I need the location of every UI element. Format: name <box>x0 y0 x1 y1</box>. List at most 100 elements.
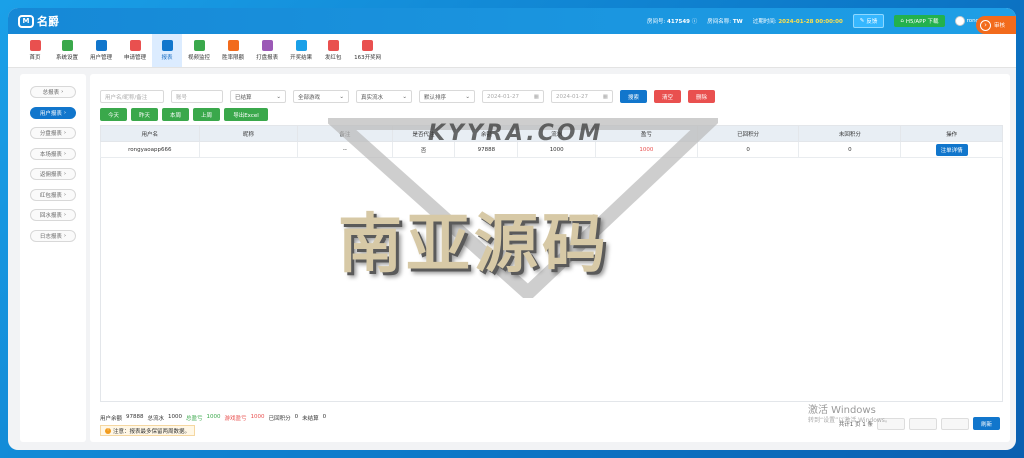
refresh-button[interactable]: 刷新 <box>972 417 1000 430</box>
nav-item-10[interactable]: 163开奖网 <box>348 34 387 67</box>
edit-icon: ✎ <box>859 18 865 24</box>
windows-activation-title: 激活 Windows <box>808 405 876 416</box>
summary-bar: 用户余额 97888 总流水 1000 总盈亏 1000 游戏盈亏 1000 已回积分 0… <box>100 414 327 422</box>
cell-profit: 1000 <box>595 141 698 158</box>
sidebar-item-4[interactable]: 返佣报表 › <box>30 168 76 180</box>
nav-label: 打盘报表 <box>256 55 279 61</box>
nav-item-4[interactable]: 报表 <box>152 34 183 67</box>
nav-item-0[interactable]: 首页 <box>20 34 50 67</box>
nav-icon <box>29 40 41 51</box>
feedback-button[interactable]: ✎ 反馈 <box>852 14 885 28</box>
nav-icon <box>227 40 239 51</box>
sidebar-item-2[interactable]: 分盘报表 › <box>30 127 76 139</box>
chevron-right-icon: › <box>63 130 67 136</box>
nav-icon <box>161 40 173 51</box>
nav-icon <box>61 40 73 51</box>
sidebar-item-7[interactable]: 日志报表 › <box>30 229 76 242</box>
account-input[interactable]: 账号 <box>171 90 223 103</box>
sidebar-item-label: 本场报表 <box>39 151 62 158</box>
calendar-icon: ▦ <box>533 93 539 100</box>
column-header: 备注 <box>297 125 393 142</box>
nav-label: 发红包 <box>324 55 342 61</box>
quick-button-2[interactable]: 本周 <box>162 108 189 121</box>
calendar-icon: ▦ <box>602 93 608 100</box>
main-nav: 首页 系统设置 用户管理 申请管理 报表 视频监控 胜率限额 打盘报表 开奖结果 发红包 163开奖… <box>8 34 1016 68</box>
date-start-input[interactable]: 2024-01-27 ▦ <box>482 90 544 103</box>
quick-button-1[interactable]: 昨天 <box>131 108 158 121</box>
audit-button[interactable]: › 审核 <box>976 16 1016 34</box>
nav-item-9[interactable]: 发红包 <box>318 34 348 67</box>
next-page-button[interactable] <box>940 417 969 430</box>
summary-balance: 97888 <box>126 414 144 420</box>
top-info: 房间号: 417549 ⓘ 房间名称: TW 过期时间: 2024-01-28 … <box>647 14 1006 28</box>
search-button[interactable]: 搜索 <box>620 90 648 103</box>
nav-label: 用户管理 <box>90 55 113 61</box>
room-name: 房间名称: TW <box>707 19 743 25</box>
flow-select[interactable]: 真实流水 ⌄ <box>356 90 412 103</box>
top-header: M 名爵 房间号: 417549 ⓘ 房间名称: TW 过期时间: 2024-0… <box>8 8 1016 34</box>
nav-icon <box>261 40 273 51</box>
nav-item-5[interactable]: 视频监控 <box>182 34 216 67</box>
nav-label: 视频监控 <box>188 55 211 61</box>
nav-item-2[interactable]: 用户管理 <box>84 34 118 67</box>
chevron-right-icon: › <box>63 212 67 218</box>
sidebar-item-1[interactable]: 用户报表 › <box>30 106 76 119</box>
summary-game-profit: 1000 <box>250 414 265 420</box>
info-icon: ⓘ <box>691 19 698 25</box>
sidebar-item-label: 用户报表 <box>39 110 62 117</box>
sidebar-item-5[interactable]: 红包报表 › <box>30 188 76 201</box>
quick-button-4[interactable]: 导出Excel <box>224 108 268 121</box>
page-number-button[interactable] <box>908 417 937 430</box>
summary-returned: 0 <box>294 414 299 420</box>
report-sidebar: 总报表 › 用户报表 › 分盘报表 › 本场报表 › 返佣报表 › 红包报表 › 回水报表 › 日志报表 › <box>20 74 86 442</box>
sidebar-item-6[interactable]: 回水报表 › <box>30 209 76 221</box>
nav-icon <box>295 40 307 51</box>
sidebar-item-label: 回水报表 <box>39 213 62 219</box>
chevron-right-icon: › <box>63 109 67 116</box>
sidebar-item-label: 红包报表 <box>39 192 62 199</box>
column-header: 未回积分 <box>798 125 902 142</box>
status-select[interactable]: 已结算 ⌄ <box>230 90 286 103</box>
quick-range-bar: 今天 昨天 本周 上周 导出Excel <box>100 108 268 121</box>
chevron-down-icon: ⌄ <box>339 93 344 100</box>
nav-item-8[interactable]: 开奖结果 <box>284 34 318 67</box>
sidebar-item-label: 分盘报表 <box>39 131 62 137</box>
username-input[interactable]: 用户名/昵称/备注 <box>100 90 164 103</box>
chevron-down-icon: ⌄ <box>276 93 281 100</box>
chevron-right-icon: › <box>63 171 67 177</box>
column-header: 操作 <box>900 125 1003 142</box>
notice-banner: ! 注意：报表最多保留两周数据。 <box>100 425 196 436</box>
quick-button-0[interactable]: 今天 <box>100 108 127 121</box>
cell-action: 注单详情 <box>900 141 1003 158</box>
nav-label: 系统设置 <box>56 55 79 61</box>
game-select[interactable]: 全部游戏 ⌄ <box>293 90 349 103</box>
column-header: 盈亏 <box>595 125 698 142</box>
app-frame: M 名爵 房间号: 417549 ⓘ 房间名称: TW 过期时间: 2024-0… <box>8 8 1016 450</box>
cell-remark: -- <box>297 141 393 158</box>
filter-bar: 用户名/昵称/备注 账号 已结算 ⌄ 全部游戏 ⌄ 真实流水 ⌄ 默认排序 ⌄ 2024… <box>100 90 716 103</box>
nav-item-1[interactable]: 系统设置 <box>50 34 84 67</box>
sort-select[interactable]: 默认排序 ⌄ <box>419 90 475 103</box>
delete-button[interactable]: 删除 <box>688 90 716 103</box>
date-end-input[interactable]: 2024-01-27 ▦ <box>551 90 613 103</box>
logo-mark-icon: M <box>18 14 34 28</box>
column-header: 用户名 <box>100 125 200 142</box>
nav-item-7[interactable]: 打盘报表 <box>250 34 284 67</box>
sidebar-item-0[interactable]: 总报表 › <box>30 86 76 98</box>
nav-item-6[interactable]: 胜率限额 <box>216 34 250 67</box>
nav-item-3[interactable]: 申请管理 <box>118 34 152 67</box>
nav-label: 首页 <box>29 55 41 61</box>
avatar <box>954 16 965 26</box>
clear-button[interactable]: 清空 <box>654 90 682 103</box>
cell-returned: 0 <box>696 141 800 158</box>
app-download-button[interactable]: ⌂ H5/APP 下载 <box>894 15 945 27</box>
nav-label: 申请管理 <box>124 55 147 61</box>
nav-icon <box>129 40 141 51</box>
watermark-url: KYYRA.COM <box>428 121 604 146</box>
sidebar-item-3[interactable]: 本场报表 › <box>30 147 76 160</box>
quick-button-3[interactable]: 上周 <box>193 108 220 121</box>
expire-time: 过期时间: 2024-01-28 00:00:00 <box>752 19 843 25</box>
sidebar-item-label: 返佣报表 <box>39 172 62 178</box>
chevron-right-icon: › <box>63 191 67 198</box>
bet-detail-button[interactable]: 注单详情 <box>935 143 968 156</box>
